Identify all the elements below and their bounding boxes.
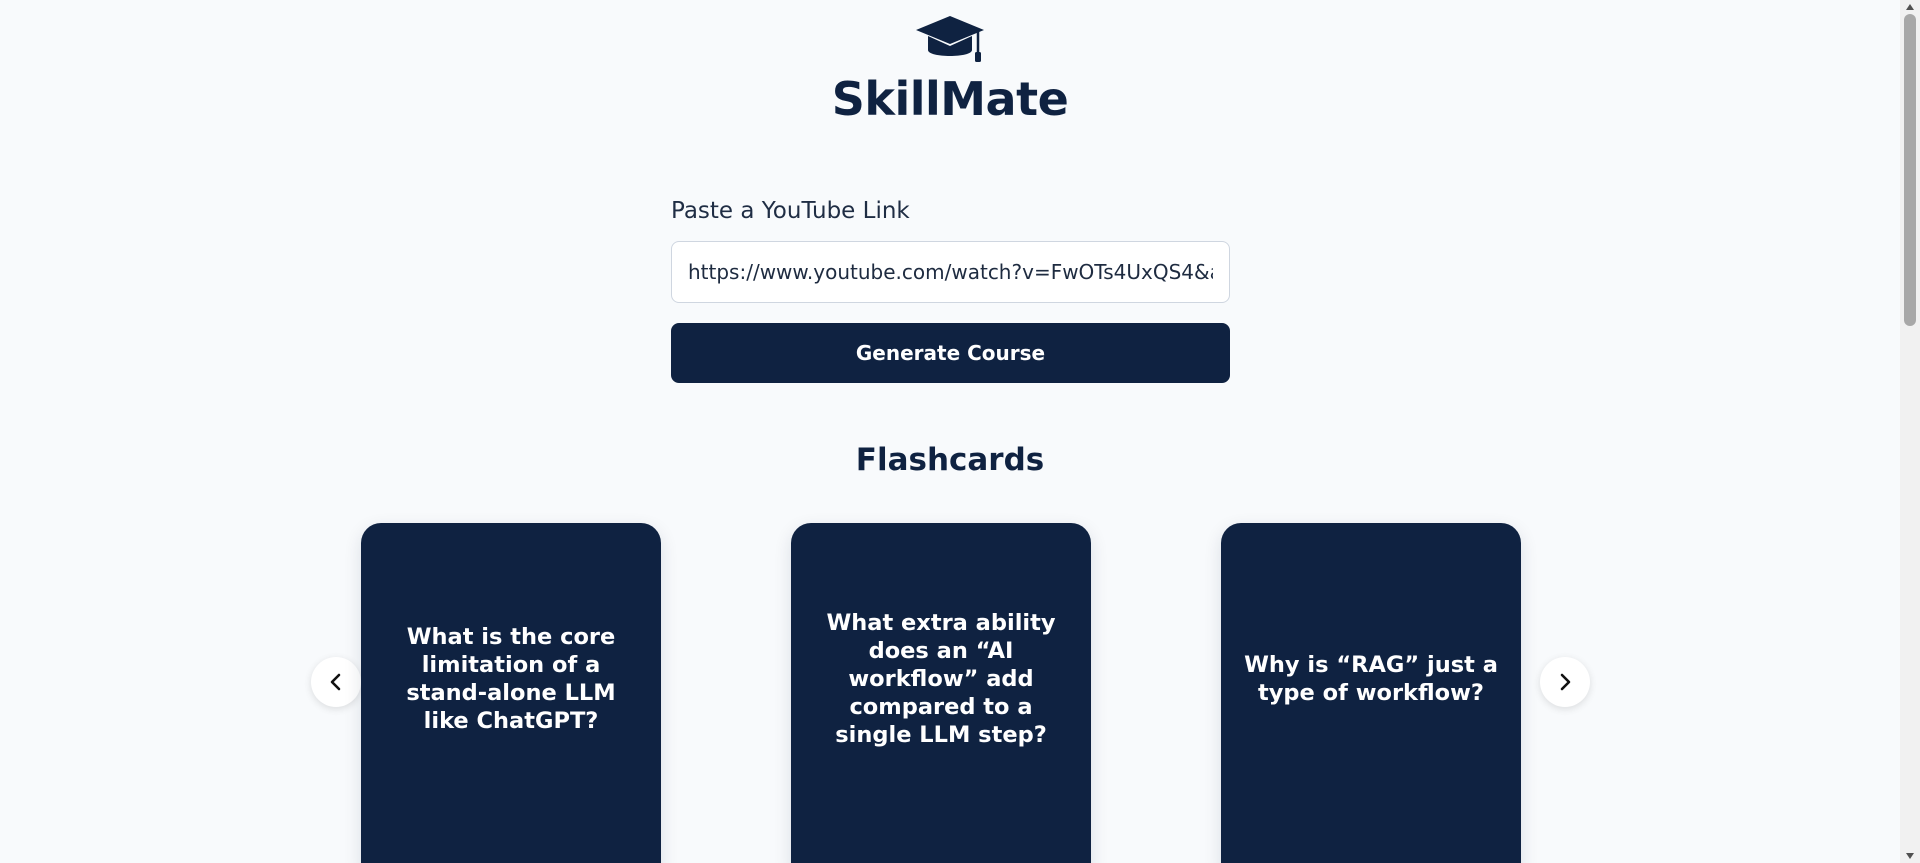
flashcard-question: Why is “RAG” just a type of workflow? [1244, 652, 1498, 706]
scroll-up-arrow-icon[interactable] [1900, 0, 1920, 14]
page: SkillMate Paste a YouTube Link Generate … [0, 0, 1920, 863]
next-card-button[interactable] [1540, 657, 1590, 707]
flashcards-title: Flashcards [855, 442, 1045, 478]
flashcard-question: What extra ability does an “AI workflow”… [826, 610, 1056, 748]
scroll-down-arrow-icon[interactable] [1900, 849, 1920, 863]
flashcard[interactable]: What is the core limitation of a stand-a… [361, 523, 661, 863]
graduation-cap-icon [914, 14, 986, 66]
previous-card-button[interactable] [311, 657, 361, 707]
youtube-link-label: Paste a YouTube Link [671, 198, 910, 224]
scroll-thumb[interactable] [1904, 14, 1916, 326]
brand-title: SkillMate [831, 72, 1069, 126]
youtube-link-input[interactable] [671, 241, 1230, 303]
chevron-right-icon [1560, 673, 1571, 691]
flashcard-question: What is the core limitation of a stand-a… [406, 624, 616, 734]
page-scrollbar[interactable] [1900, 0, 1920, 863]
chevron-left-icon [330, 673, 341, 691]
flashcard[interactable]: What extra ability does an “AI workflow”… [791, 523, 1091, 863]
flashcard[interactable]: Why is “RAG” just a type of workflow? [1221, 523, 1521, 863]
generate-course-button[interactable]: Generate Course [671, 323, 1230, 383]
